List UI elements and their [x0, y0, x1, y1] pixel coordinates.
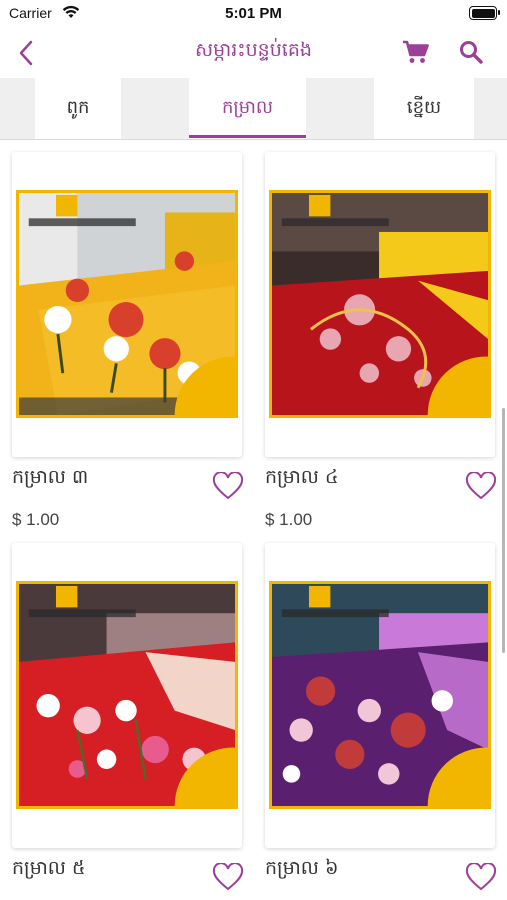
battery-icon [469, 6, 500, 20]
tab-bedsheet[interactable]: កម្រាល [189, 78, 306, 139]
heart-icon[interactable] [212, 472, 244, 500]
product-price: $ 1.00 [12, 510, 60, 529]
selected-tab-indicator [189, 135, 306, 138]
clock: 5:01 PM [225, 5, 282, 22]
category-tabs: ពូក កម្រាល ខ្នើយ [0, 78, 507, 140]
product-name[interactable]: កម្រាល ៦ [265, 856, 338, 884]
product-price: $ 1.00 [265, 510, 313, 529]
product-name[interactable]: កម្រាល ៣ [12, 465, 88, 493]
tab-mattress[interactable]: ពូក [35, 78, 121, 139]
product-card[interactable]: កម្រាល ៤ $ 1.00 [253, 140, 507, 540]
heart-icon[interactable] [465, 472, 497, 500]
product-image-frame[interactable] [265, 152, 495, 457]
product-card[interactable]: កម្រាល ៦ [253, 531, 507, 900]
product-grid: កម្រាល ៣ $ 1.00 កម្រាល ៤ $ 1.00 កម្រាល ៥… [0, 140, 507, 900]
product-name[interactable]: កម្រាល ៤ [265, 465, 338, 493]
page-title: សម្ភារះបន្ទប់គេង [195, 39, 312, 61]
product-image-frame[interactable] [12, 152, 242, 457]
product-photo [269, 190, 491, 418]
product-photo [16, 190, 238, 418]
product-image-frame[interactable] [12, 543, 242, 848]
product-image-frame[interactable] [265, 543, 495, 848]
cart-icon[interactable] [402, 39, 430, 65]
product-name[interactable]: កម្រាល ៥ [12, 856, 85, 884]
heart-icon[interactable] [212, 863, 244, 891]
scroll-indicator[interactable] [502, 408, 505, 653]
product-photo [16, 581, 238, 809]
navigation-bar: សម្ភារះបន្ទប់គេង [0, 28, 507, 78]
product-card[interactable]: កម្រាល ៣ $ 1.00 [0, 140, 254, 540]
heart-icon[interactable] [465, 863, 497, 891]
product-photo [269, 581, 491, 809]
search-icon[interactable] [458, 39, 484, 65]
status-bar: Carrier 5:01 PM [0, 0, 507, 28]
product-card[interactable]: កម្រាល ៥ [0, 531, 254, 900]
tab-pillow[interactable]: ខ្នើយ [374, 78, 474, 139]
